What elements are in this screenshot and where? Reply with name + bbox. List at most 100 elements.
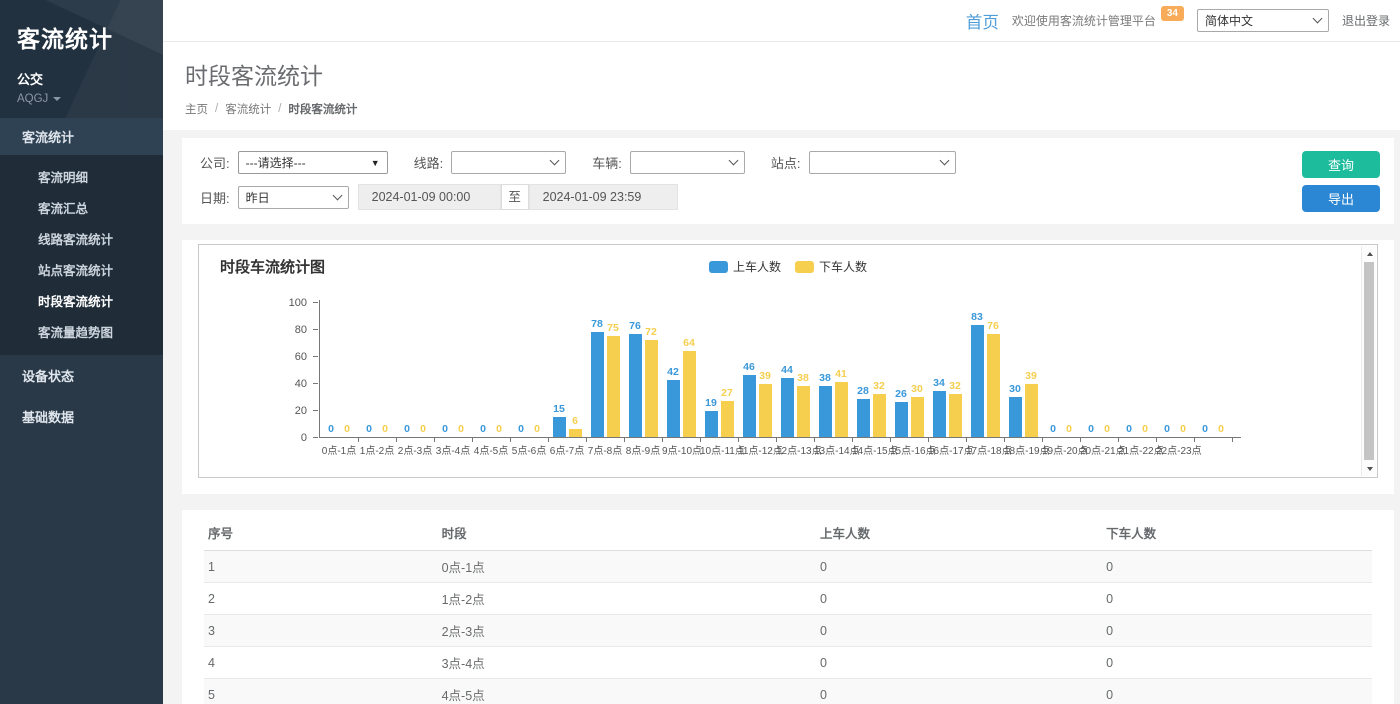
bar-column: 30 [1009, 383, 1022, 438]
table-cell: 1点-2点 [438, 583, 816, 615]
bar-column: 72 [645, 326, 658, 437]
bar-上车人数[interactable] [857, 399, 870, 437]
table-cell: 2点-3点 [438, 615, 816, 647]
legend-item-上车人数[interactable]: 上车人数 [709, 258, 781, 275]
scroll-down-button[interactable] [1362, 461, 1377, 476]
caret-down-icon [53, 97, 61, 101]
bar-column: 64 [683, 337, 696, 437]
bar-column: 0 [1063, 423, 1076, 437]
bar-下车人数[interactable] [721, 401, 734, 437]
sidebar-subitem-时段客流统计[interactable]: 时段客流统计 [0, 285, 163, 316]
line-select[interactable] [451, 151, 566, 174]
bar-下车人数[interactable] [987, 334, 1000, 437]
bar-下车人数[interactable] [759, 384, 772, 437]
bar-下车人数[interactable] [645, 340, 658, 437]
table-cell: 0 [816, 583, 1102, 615]
sidebar-subitem-线路客流统计[interactable]: 线路客流统计 [0, 223, 163, 254]
date-end-input[interactable]: 2024-01-09 23:59 [529, 184, 678, 210]
bar-value-label: 0 [1126, 423, 1132, 435]
bar-value-label: 0 [1066, 423, 1072, 435]
y-tick-mark [313, 383, 318, 384]
sidebar-item-基础数据[interactable]: 基础数据 [0, 396, 163, 437]
bar-下车人数[interactable] [683, 351, 696, 437]
bar-下车人数[interactable] [835, 382, 848, 437]
date-start-input[interactable]: 2024-01-09 00:00 [358, 184, 501, 210]
bar-column: 0 [439, 423, 452, 437]
table-cell: 0 [1102, 551, 1372, 583]
station-filter: 站点: [771, 151, 956, 174]
bar-value-label: 42 [667, 366, 679, 378]
scroll-up-button[interactable] [1362, 246, 1377, 261]
bar-value-label: 72 [645, 326, 657, 338]
vehicle-select[interactable] [630, 151, 745, 174]
station-select[interactable] [809, 151, 956, 174]
bar-上车人数[interactable] [1009, 397, 1022, 438]
bar-column: 0 [1123, 423, 1136, 437]
x-tick-label: 12点-13点 [776, 442, 814, 457]
sidebar-subitem-客流汇总[interactable]: 客流汇总 [0, 192, 163, 223]
sidebar-item-客流统计[interactable]: 客流统计 [0, 118, 163, 155]
bar-下车人数[interactable] [1025, 384, 1038, 437]
bar-上车人数[interactable] [895, 402, 908, 437]
query-button[interactable]: 查询 [1302, 151, 1380, 178]
bar-上车人数[interactable] [591, 332, 604, 437]
legend-label: 上车人数 [733, 258, 781, 275]
org-code-label: AQGJ [17, 93, 48, 105]
bar-column: 0 [1085, 423, 1098, 437]
bar-value-label: 0 [404, 423, 410, 435]
bar-上车人数[interactable] [705, 411, 718, 437]
bar-value-label: 76 [629, 320, 641, 332]
bar-上车人数[interactable] [743, 375, 756, 437]
bar-下车人数[interactable] [607, 336, 620, 437]
breadcrumb-separator: / [278, 103, 281, 115]
x-tick-label: 8点-9点 [624, 442, 662, 457]
legend-item-下车人数[interactable]: 下车人数 [795, 258, 867, 275]
bar-上车人数[interactable] [553, 417, 566, 437]
scrollbar-thumb[interactable] [1364, 262, 1374, 460]
bar-group-20点-21点: 00 [1080, 423, 1118, 437]
bar-column: 0 [493, 423, 506, 437]
company-select[interactable]: ---请选择--- ▼ [238, 151, 388, 174]
date-preset-select[interactable]: 昨日 [238, 186, 349, 209]
bar-下车人数[interactable] [569, 429, 582, 437]
breadcrumb-link[interactable]: 客流统计 [225, 101, 271, 117]
bar-上车人数[interactable] [629, 334, 642, 437]
sidebar-subitem-客流明细[interactable]: 客流明细 [0, 161, 163, 192]
scroll-up-icon [1367, 252, 1373, 256]
bar-value-label: 0 [366, 423, 372, 435]
org-code-dropdown[interactable]: AQGJ [17, 93, 163, 105]
bar-上车人数[interactable] [819, 386, 832, 437]
bar-column: 0 [1047, 423, 1060, 437]
bar-上车人数[interactable] [781, 378, 794, 437]
bar-上车人数[interactable] [667, 380, 680, 437]
home-link[interactable]: 首页 [966, 9, 999, 33]
bar-group-2点-3点: 00 [396, 423, 434, 437]
bar-下车人数[interactable] [911, 397, 924, 438]
bar-value-label: 0 [1202, 423, 1208, 435]
bar-value-label: 32 [949, 380, 961, 392]
sidebar-item-设备状态[interactable]: 设备状态 [0, 355, 163, 396]
bar-下车人数[interactable] [873, 394, 886, 437]
chart-scrollbar[interactable] [1361, 246, 1376, 476]
x-tick-label: 2点-3点 [396, 442, 434, 457]
bar-column: 41 [835, 368, 848, 437]
logout-link[interactable]: 退出登录 [1342, 12, 1390, 29]
bar-value-label: 46 [743, 361, 755, 373]
bar-value-label: 28 [857, 385, 869, 397]
sidebar-subitem-站点客流统计[interactable]: 站点客流统计 [0, 254, 163, 285]
export-button[interactable]: 导出 [1302, 185, 1380, 212]
bar-value-label: 44 [781, 364, 793, 376]
bar-下车人数[interactable] [949, 394, 962, 437]
bar-上车人数[interactable] [933, 391, 946, 437]
table-row: 10点-1点00 [204, 551, 1372, 583]
bar-column: 76 [629, 320, 642, 437]
language-select[interactable]: 简体中文 [1197, 9, 1329, 32]
bar-column: 27 [721, 387, 734, 437]
x-tick-label: 9点-10点 [662, 442, 700, 457]
bar-group-21点-22点: 00 [1118, 423, 1156, 437]
y-tick-label: 60 [295, 351, 307, 363]
bar-下车人数[interactable] [797, 386, 810, 437]
breadcrumb-link[interactable]: 主页 [185, 101, 208, 117]
sidebar-subitem-客流量趋势图[interactable]: 客流量趋势图 [0, 316, 163, 347]
bar-上车人数[interactable] [971, 325, 984, 437]
